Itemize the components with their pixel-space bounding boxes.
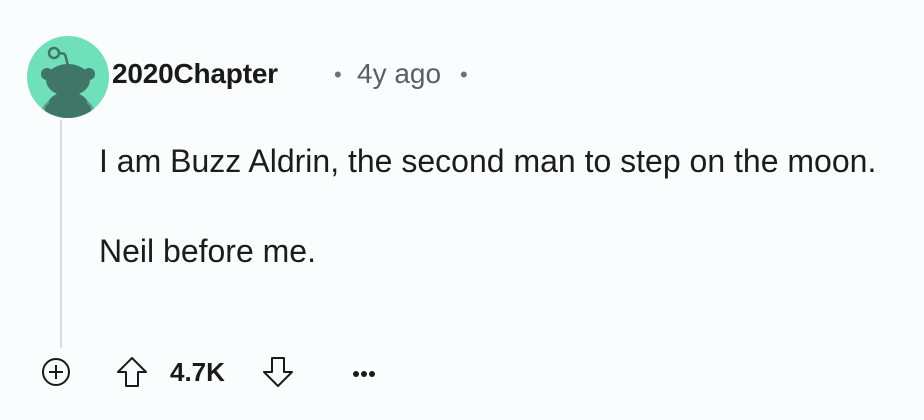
snoo-avatar-icon [27,36,109,118]
plus-circle-icon [42,358,70,386]
ellipsis-icon [353,371,375,377]
comment-paragraph: Neil before me. [99,233,316,269]
comment-body: I am Buzz Aldrin, the second man to step… [99,136,889,276]
avatar[interactable] [27,36,109,118]
thread-line[interactable] [60,120,62,348]
comment-author[interactable]: 2020Chapter [112,58,278,90]
downvote-button[interactable] [260,354,296,390]
meta-separator: • [334,62,342,87]
meta-separator: • [460,62,468,87]
arrow-up-icon [117,357,147,387]
comment-paragraph: I am Buzz Aldrin, the second man to step… [99,143,877,179]
vote-score: 4.7K [170,357,225,387]
arrow-down-icon [263,357,293,387]
more-options-button[interactable] [346,352,382,388]
expand-replies-button[interactable] [40,356,72,388]
upvote-button[interactable] [114,354,150,390]
comment-timestamp[interactable]: 4y ago [357,58,441,90]
